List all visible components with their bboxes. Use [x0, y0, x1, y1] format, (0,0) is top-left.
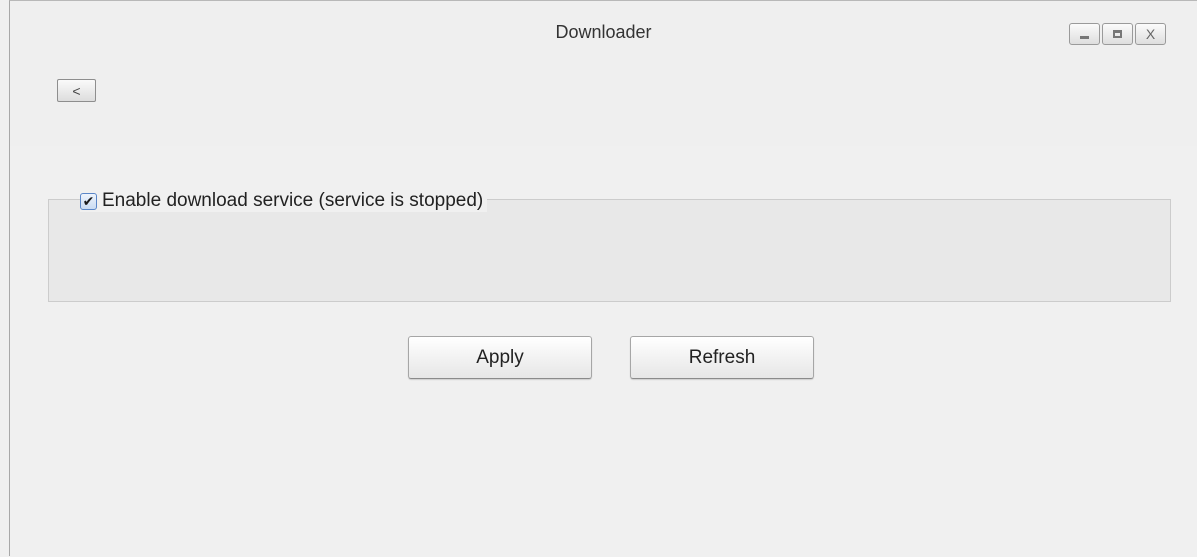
minimize-icon — [1080, 35, 1089, 39]
back-button[interactable]: < — [57, 79, 96, 102]
service-toggle[interactable]: ✔ Enable download service (service is st… — [80, 190, 488, 212]
close-button[interactable]: X — [1135, 23, 1166, 45]
downloader-window: Downloader X < ✔ Enable download service… — [9, 0, 1197, 557]
enable-service-label: Enable download service (service is stop… — [102, 190, 484, 211]
maximize-button[interactable] — [1102, 23, 1133, 45]
close-icon: X — [1145, 26, 1156, 42]
checkmark-icon: ✔ — [82, 193, 95, 209]
title-bar: Downloader X < — [10, 1, 1197, 146]
minimize-button[interactable] — [1069, 23, 1100, 45]
refresh-button[interactable]: Refresh — [630, 336, 814, 379]
apply-button[interactable]: Apply — [408, 336, 592, 379]
main-content: ✔ Enable download service (service is st… — [10, 146, 1197, 557]
window-controls: X — [1069, 23, 1168, 45]
maximize-icon — [1113, 30, 1122, 38]
enable-service-checkbox[interactable]: ✔ — [80, 192, 97, 210]
service-groupbox — [48, 199, 1171, 302]
window-title: Downloader — [555, 22, 652, 42]
